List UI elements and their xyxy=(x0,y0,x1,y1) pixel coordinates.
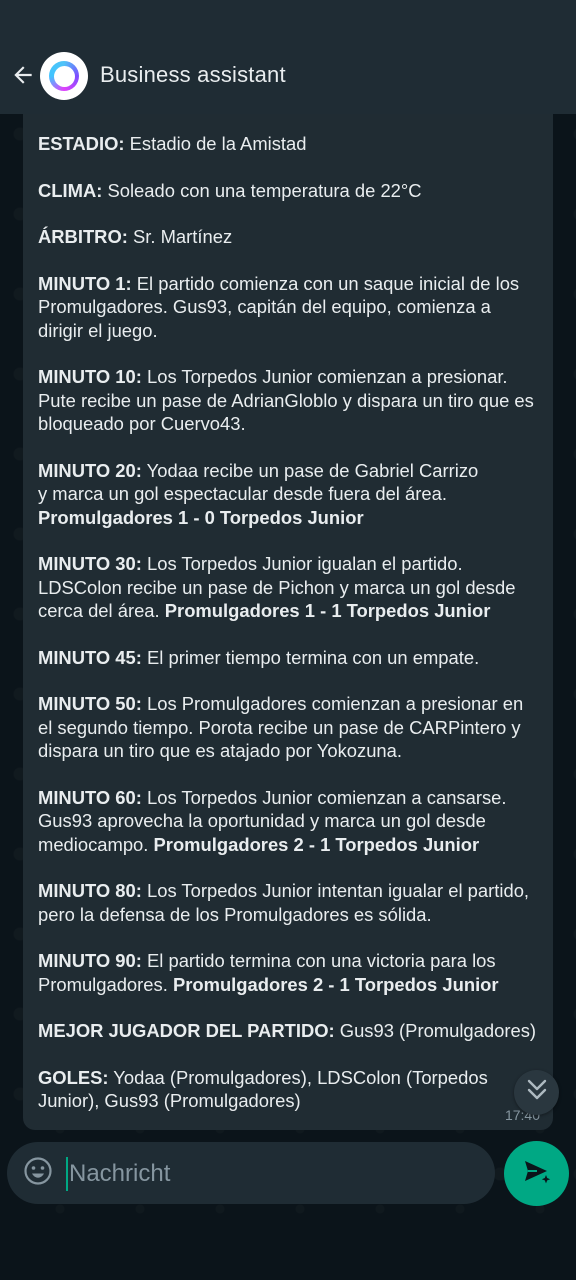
line-label: MINUTO 50: xyxy=(38,693,142,714)
send-sparkle-icon xyxy=(521,1155,553,1192)
message-line: MEJOR JUGADOR DEL PARTIDO: Gus93 (Promul… xyxy=(38,1019,539,1043)
score-text: Promulgadores 1 - 1 Torpedos Junior xyxy=(164,600,491,621)
message-line: MINUTO 60: Los Torpedos Junior comienzan… xyxy=(38,786,539,857)
message-line: MINUTO 45: El primer tiempo termina con … xyxy=(38,646,539,670)
line-text: Estadio de la Amistad xyxy=(124,133,307,154)
message-line: MINUTO 20: Yodaa recibe un pase de Gabri… xyxy=(38,459,539,530)
text-cursor xyxy=(66,1157,68,1191)
message-line: MINUTO 90: El partido termina con una vi… xyxy=(38,949,539,996)
line-label: MINUTO 45: xyxy=(38,646,142,668)
message-line: MINUTO 1: El partido comienza con un saq… xyxy=(38,272,539,343)
message-line: MINUTO 10: Los Torpedos Junior comienzan… xyxy=(38,365,539,436)
message-line: MINUTO 80: Los Torpedos Junior intentan … xyxy=(38,879,539,926)
line-text: Soleado con una temperatura de 22°C xyxy=(102,179,422,201)
message-line: MINUTO 30: Los Torpedos Junior igualan e… xyxy=(38,552,539,623)
message-composer xyxy=(7,1142,495,1204)
line-label: MINUTO 20: xyxy=(38,459,142,481)
message-line: GOLES: Yodaa (Promulgadores), LDSColon (… xyxy=(38,1066,539,1113)
message-bubble[interactable]: ESTADIO: Estadio de la Amistad CLIMA: Sol… xyxy=(23,114,553,1130)
line-text: Sr. Martínez xyxy=(127,226,233,247)
score-text: Promulgadores 1 - 0 Torpedos Junior xyxy=(38,506,364,528)
double-chevron-down-icon xyxy=(526,1078,548,1107)
line-label: MINUTO 60: xyxy=(38,786,142,808)
line-label: MINUTO 10: xyxy=(38,366,142,387)
message-line: ESTADIO: Estadio de la Amistad xyxy=(38,132,539,156)
message-line: ÁRBITRO: Sr. Martínez xyxy=(38,225,539,249)
status-bar xyxy=(0,0,576,40)
assistant-logo-icon xyxy=(49,61,79,91)
line-label: MINUTO 90: xyxy=(38,950,142,971)
line-label: MEJOR JUGADOR DEL PARTIDO: xyxy=(38,1020,335,1041)
chat-header: Business assistant xyxy=(0,40,576,114)
send-button[interactable] xyxy=(504,1141,569,1206)
system-nav-bar xyxy=(0,1214,576,1280)
score-text: Promulgadores 2 - 1 Torpedos Junior xyxy=(172,973,499,995)
line-label: ÁRBITRO: xyxy=(38,226,128,247)
line-label: ESTADIO: xyxy=(38,133,125,154)
line-label: MINUTO 30: xyxy=(38,553,142,574)
message-line: CLIMA: Soleado con una temperatura de 22… xyxy=(38,179,539,203)
emoji-smiley-icon xyxy=(23,1156,53,1191)
line-label: MINUTO 1: xyxy=(38,272,132,294)
line-text: El primer tiempo termina con un empate. xyxy=(141,646,480,668)
chat-title[interactable]: Business assistant xyxy=(100,62,286,88)
message-line: MINUTO 50: Los Promulgadores comienzan a… xyxy=(38,692,539,763)
line-label: GOLES: xyxy=(38,1066,109,1088)
scroll-down-button[interactable] xyxy=(514,1070,559,1115)
screen: Business assistant ESTADIO: Estadio de l… xyxy=(0,0,576,1280)
avatar[interactable] xyxy=(40,52,88,100)
line-label: MINUTO 80: xyxy=(38,880,142,901)
score-text: Promulgadores 2 - 1 Torpedos Junior xyxy=(153,833,480,855)
back-button[interactable] xyxy=(6,60,40,94)
message-body: ESTADIO: Estadio de la Amistad CLIMA: Sol… xyxy=(38,132,539,1113)
message-input[interactable] xyxy=(67,1152,481,1196)
emoji-button[interactable] xyxy=(22,1156,54,1191)
arrow-left-icon xyxy=(10,62,36,93)
line-text: Gus93 (Promulgadores) xyxy=(334,1020,537,1041)
line-label: CLIMA: xyxy=(38,179,103,201)
